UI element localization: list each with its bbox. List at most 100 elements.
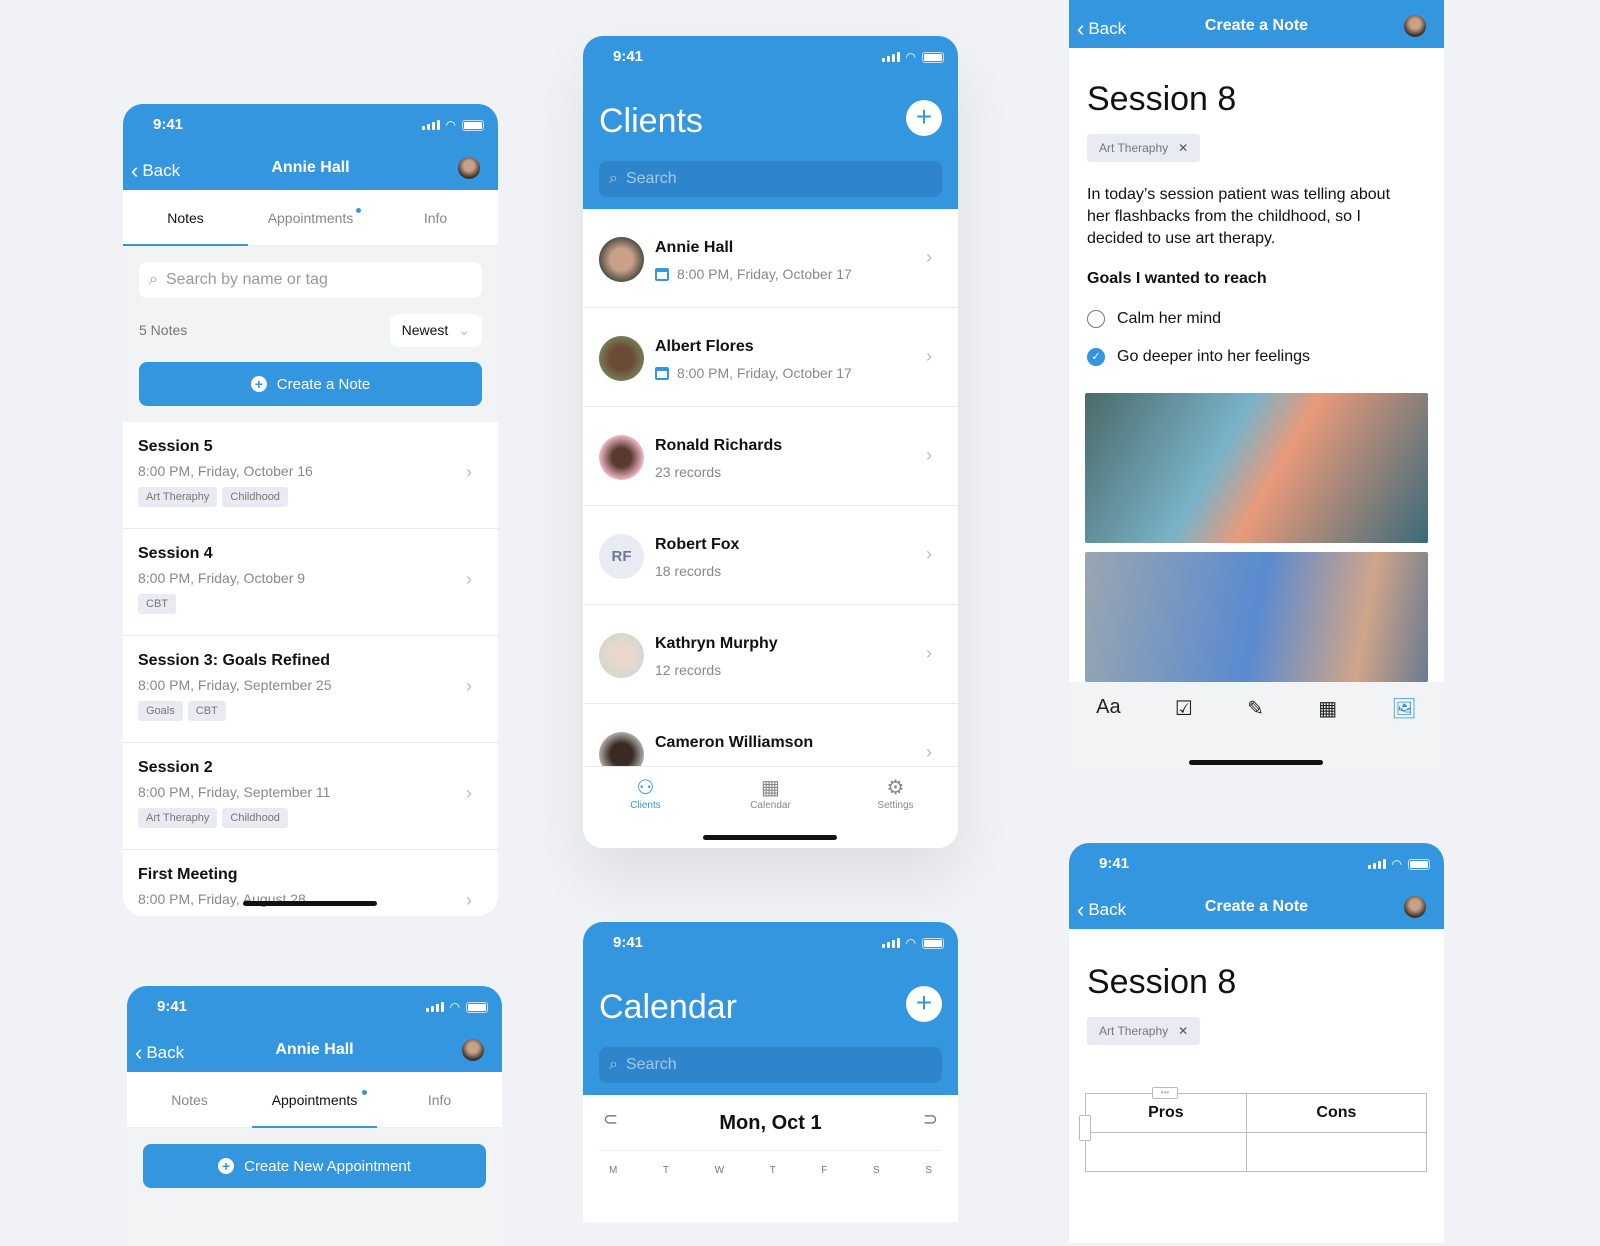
- tab-info[interactable]: Info: [373, 190, 498, 245]
- art-image-2[interactable]: [1085, 552, 1428, 682]
- note-editor-screen: ‹ Back Create a Note Session 8 Art Therap…: [1069, 0, 1444, 772]
- table-cell: [1085, 1132, 1247, 1172]
- calendar-screen: 9:41 ◠ Calendar + ⌕ Search ⊂ Mon, Oct 1 ⊃ …: [583, 922, 958, 1222]
- create-note-button[interactable]: + Create a Note: [139, 362, 482, 406]
- search-icon: ⌕: [149, 271, 158, 288]
- note-date: 8:00 PM, Friday, September 11: [138, 784, 331, 800]
- page-title: Create a Note: [1204, 17, 1309, 34]
- note-item[interactable]: Session 5 8:00 PM, Friday, October 16 Art …: [123, 422, 498, 529]
- client-row[interactable]: Albert Flores 8:00 PM, Friday, October 17…: [583, 308, 958, 407]
- tag: Childhood: [222, 487, 288, 507]
- client-subtitle: 8:00 PM, Friday, October 17: [655, 365, 852, 381]
- note-date: 8:00 PM, Friday, September 25: [138, 677, 332, 693]
- weekday-label: T: [769, 1165, 776, 1176]
- note-title[interactable]: Session 8: [1087, 80, 1236, 119]
- client-name: Albert Flores: [655, 338, 754, 355]
- add-client-button[interactable]: +: [906, 100, 942, 136]
- art-image-1[interactable]: [1085, 393, 1428, 543]
- checkbox[interactable]: [1087, 310, 1105, 328]
- chevron-right-icon: ›: [926, 544, 932, 564]
- current-date: Mon, Oct 1: [719, 1112, 822, 1134]
- close-icon[interactable]: ✕: [1178, 1024, 1188, 1038]
- notification-dot: [356, 208, 361, 213]
- tag: Art Theraphy: [138, 808, 218, 828]
- header: 9:41 ◠ Calendar + ⌕ Search: [583, 922, 958, 1095]
- avatar: [599, 336, 644, 381]
- clients-screen: 9:41 ◠ Clients + ⌕ Search Annie Hall 8:00 P…: [583, 36, 958, 848]
- sort-select[interactable]: Newest ⌄: [389, 313, 482, 347]
- goal-item[interactable]: ✓ Go deeper into her feelings: [1087, 348, 1310, 366]
- pros-cons-table[interactable]: Pros Cons: [1085, 1093, 1428, 1172]
- tab-notes[interactable]: Notes: [123, 190, 248, 246]
- tab-info[interactable]: Info: [377, 1072, 502, 1127]
- chevron-right-icon: ›: [466, 783, 472, 803]
- chevron-down-icon: ⌄: [458, 321, 470, 338]
- plus-icon: +: [250, 376, 267, 392]
- goal-item[interactable]: Calm her mind: [1087, 310, 1221, 328]
- calendar-icon: [655, 366, 669, 380]
- goals-heading: Goals I wanted to reach: [1087, 270, 1267, 287]
- table-icon[interactable]: ▦: [1318, 696, 1337, 721]
- note-title: Session 3: Goals Refined: [138, 652, 331, 669]
- client-name: Cameron Williamson: [655, 734, 814, 751]
- note-item[interactable]: Session 4 8:00 PM, Friday, October 9 CBT ›: [123, 529, 498, 636]
- tag: CBT: [138, 594, 176, 614]
- status-time: 9:41: [613, 48, 644, 65]
- header: ‹ Back Create a Note: [1069, 0, 1444, 48]
- row-handle[interactable]: [1079, 1115, 1091, 1141]
- next-day-button[interactable]: ⊃: [923, 1109, 938, 1130]
- search-input[interactable]: ⌕ Search: [599, 161, 942, 197]
- signal-icon: [1367, 859, 1386, 869]
- signal-icon: [881, 52, 900, 62]
- tab-clients[interactable]: ⚇ Clients: [583, 767, 708, 848]
- add-event-button[interactable]: +: [906, 986, 942, 1022]
- note-title: Session 2: [138, 759, 213, 776]
- note-item[interactable]: Session 3: Goals Refined 8:00 PM, Friday,…: [123, 636, 498, 743]
- wifi-icon: ◠: [445, 118, 456, 132]
- note-date: 8:00 PM, Friday, October 16: [138, 463, 313, 479]
- weekday-label: W: [714, 1165, 725, 1176]
- avatar[interactable]: [462, 1039, 484, 1061]
- page-title: Create a Note: [1204, 898, 1309, 915]
- client-row[interactable]: Ronald Richards 23 records ›: [583, 407, 958, 506]
- tab-appointments[interactable]: Appointments: [248, 190, 373, 245]
- client-row[interactable]: Annie Hall 8:00 PM, Friday, October 17 ›: [583, 209, 958, 308]
- tab-settings[interactable]: ⚙ Settings: [833, 767, 958, 848]
- tab-appointments[interactable]: Appointments: [252, 1072, 377, 1128]
- image-icon[interactable]: 🖼: [1391, 696, 1416, 721]
- chevron-right-icon: ›: [466, 462, 472, 482]
- create-appointment-button[interactable]: + Create New Appointment: [143, 1144, 486, 1188]
- text-format-icon[interactable]: Aa: [1096, 696, 1120, 719]
- tag: Childhood: [222, 808, 288, 828]
- client-row[interactable]: RF Robert Fox 18 records ›: [583, 506, 958, 605]
- tab-notes[interactable]: Notes: [127, 1072, 252, 1127]
- note-body[interactable]: In today’s session patient was telling a…: [1087, 184, 1416, 250]
- page-title: Annie Hall: [275, 1041, 354, 1058]
- prev-day-button[interactable]: ⊂: [603, 1109, 618, 1130]
- battery-icon: [462, 119, 484, 131]
- search-input[interactable]: ⌕ Search: [599, 1047, 942, 1083]
- column-handle[interactable]: •••: [1152, 1087, 1178, 1099]
- note-title[interactable]: Session 8: [1087, 963, 1236, 1002]
- page-title: Annie Hall: [271, 159, 350, 176]
- tag: Goals: [138, 701, 183, 721]
- table-header: Pros: [1085, 1093, 1247, 1133]
- close-icon[interactable]: ✕: [1178, 141, 1188, 155]
- table-note-screen: 9:41 ◠ ‹ Back Create a Note Session 8 Art …: [1069, 843, 1444, 1243]
- search-input[interactable]: ⌕ Search by name or tag: [139, 262, 482, 298]
- weekday-label: M: [609, 1165, 618, 1176]
- search-icon: ⌕: [609, 170, 618, 187]
- note-item[interactable]: Session 2 8:00 PM, Friday, September 11 Ar…: [123, 743, 498, 850]
- highlighter-icon[interactable]: ✎: [1247, 696, 1264, 721]
- avatar[interactable]: [458, 157, 480, 179]
- avatar[interactable]: [1404, 15, 1426, 37]
- client-row[interactable]: Kathryn Murphy 12 records ›: [583, 605, 958, 704]
- avatar[interactable]: [1404, 896, 1426, 918]
- checklist-icon[interactable]: ☑: [1175, 696, 1193, 721]
- signal-icon: [421, 120, 440, 130]
- chevron-right-icon: ›: [466, 676, 472, 696]
- status-time: 9:41: [613, 934, 644, 951]
- note-item[interactable]: First Meeting 8:00 PM, Friday, August 28 ›: [123, 850, 498, 916]
- checkbox-checked[interactable]: ✓: [1087, 348, 1105, 366]
- note-title: First Meeting: [138, 866, 238, 883]
